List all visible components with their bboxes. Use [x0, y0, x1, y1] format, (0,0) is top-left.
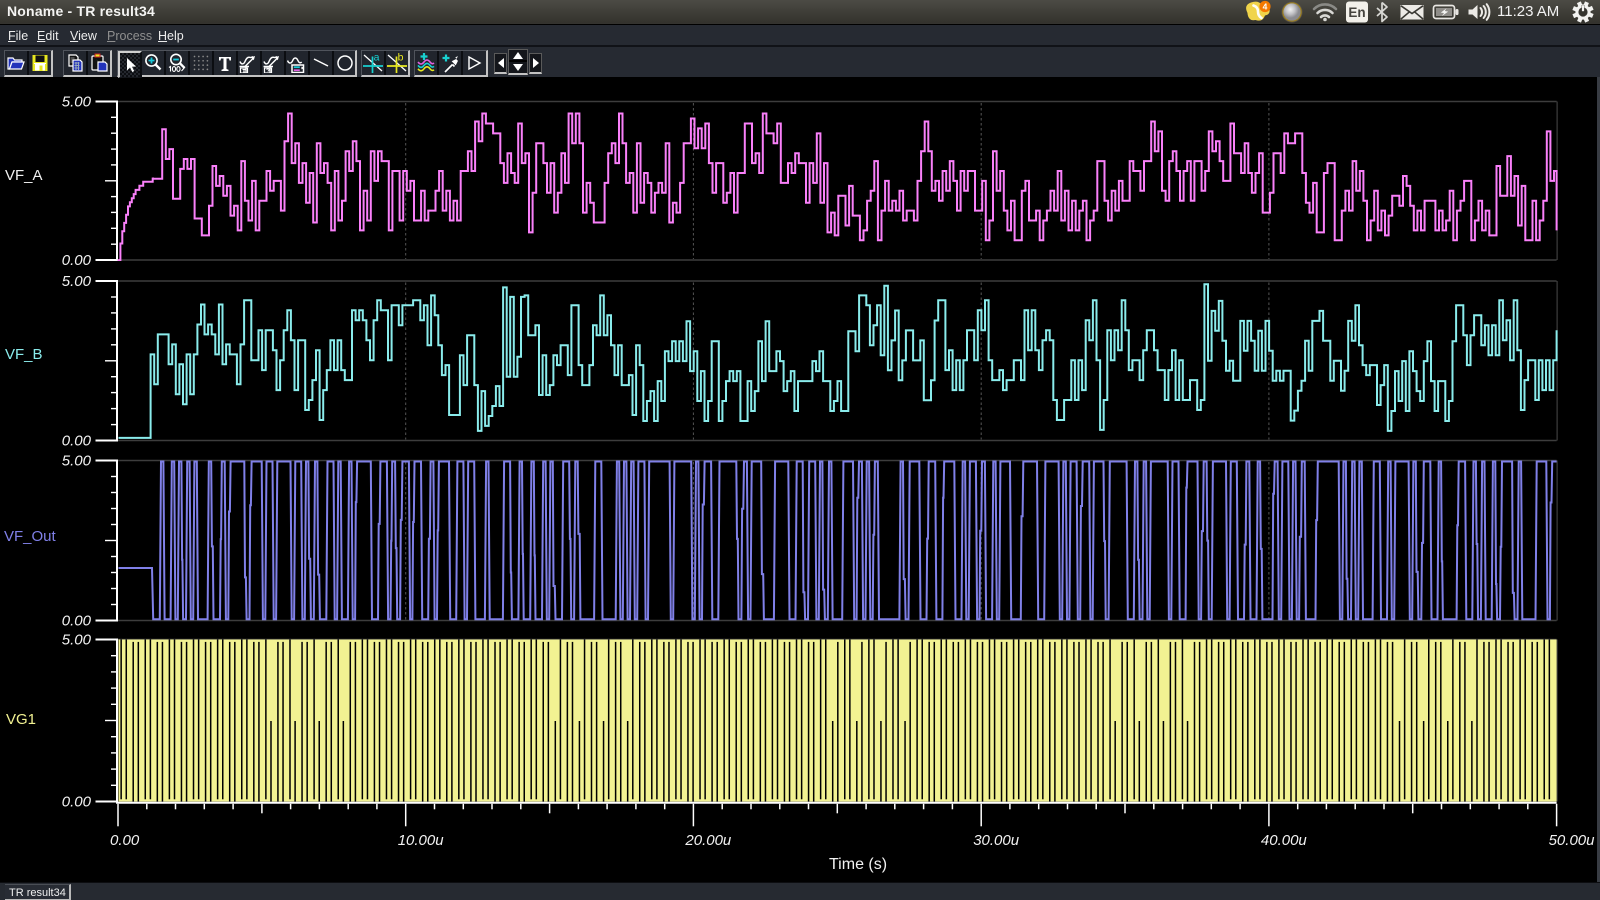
svg-text:VF_A: VF_A	[5, 167, 43, 184]
svg-text:0.00: 0.00	[62, 252, 92, 269]
svg-text:4: 4	[1263, 1, 1268, 11]
svg-text:Time (s): Time (s)	[829, 856, 887, 873]
svg-text:En: En	[1348, 5, 1365, 20]
svg-text:5.00: 5.00	[62, 94, 92, 111]
svg-text:40.00u: 40.00u	[1261, 832, 1308, 849]
svg-text:5.00: 5.00	[62, 453, 92, 470]
svg-text:a: a	[374, 53, 380, 64]
svg-text:0.00: 0.00	[62, 794, 92, 811]
svg-text:0.00: 0.00	[110, 832, 140, 849]
svg-text:0.00: 0.00	[62, 613, 92, 630]
svg-text:30.00u: 30.00u	[973, 832, 1020, 849]
svg-text:5.00: 5.00	[62, 273, 92, 290]
svg-text:VG1: VG1	[6, 711, 36, 728]
svg-text:VF_Out: VF_Out	[4, 528, 57, 545]
svg-text:5.00: 5.00	[62, 632, 92, 649]
svg-text:b: b	[398, 53, 404, 64]
svg-text:VF_B: VF_B	[5, 346, 43, 363]
svg-text:50.00u: 50.00u	[1549, 832, 1596, 849]
svg-text:10.00u: 10.00u	[398, 832, 445, 849]
svg-text:20.00u: 20.00u	[684, 832, 732, 849]
svg-text:0.00: 0.00	[62, 433, 92, 450]
